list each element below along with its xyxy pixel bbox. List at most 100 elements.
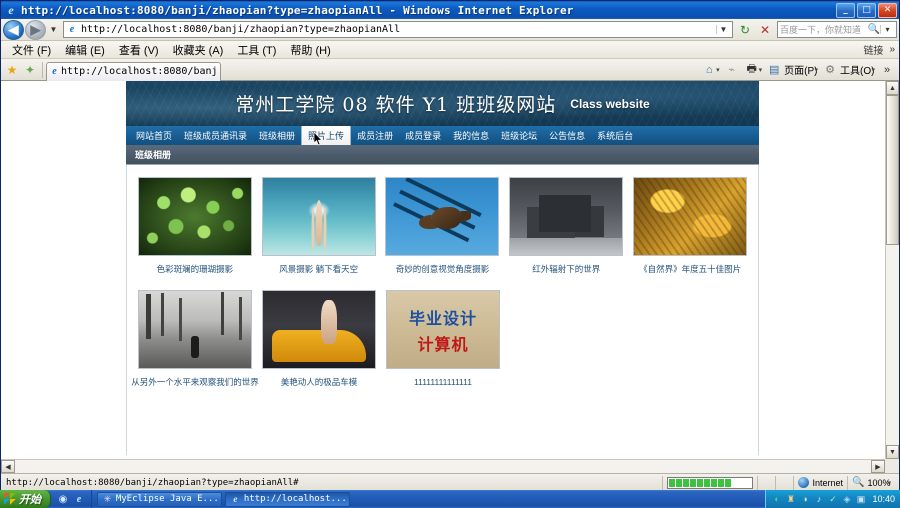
nav-item-photo-upload[interactable]: 照片上传 <box>301 126 352 145</box>
search-icon[interactable]: 🔍 <box>868 24 880 35</box>
gallery-item[interactable]: 毕业设计 计算机 11111111111111 <box>383 290 503 388</box>
address-input[interactable]: http://localhost:8080/banji/zhaopian?typ… <box>81 24 716 35</box>
gear-icon[interactable]: ⚙ <box>820 61 840 79</box>
menu-overflow-icon[interactable]: » <box>889 44 895 55</box>
start-button[interactable]: 开始 <box>0 490 51 508</box>
firewall-icon[interactable]: ◈ <box>841 494 852 505</box>
close-button[interactable]: ✕ <box>878 2 897 18</box>
taskbar-item-browser[interactable]: e http://localhost... <box>225 491 350 507</box>
scroll-down-button[interactable]: ▼ <box>886 445 899 459</box>
photo-thumbnail[interactable] <box>138 290 252 369</box>
shield-icon[interactable]: ◐ <box>771 494 782 505</box>
back-button[interactable]: ◀ <box>3 19 24 40</box>
photo-caption[interactable]: 奇妙的创意视觉角度摄影 <box>396 263 490 275</box>
scroll-left-button[interactable]: ◀ <box>1 460 15 473</box>
maximize-button[interactable]: □ <box>857 2 876 18</box>
menu-tools[interactable]: 工具 (T) <box>230 42 283 58</box>
photo-thumbnail[interactable] <box>385 177 500 256</box>
menu-file[interactable]: 文件 (F) <box>5 42 58 58</box>
zoom-caret-icon[interactable]: ▾ <box>887 479 891 487</box>
search-provider-caret-icon[interactable]: ▾ <box>880 25 894 34</box>
nav-item-forum[interactable]: 班级论坛 <box>495 126 543 145</box>
network-icon[interactable]: ♜ <box>785 494 796 505</box>
page-menu-label[interactable]: 页面(P) <box>784 62 817 77</box>
taskbar-item-myeclipse[interactable]: ✳ MyEclipse Java E... <box>97 491 222 507</box>
photo-thumbnail[interactable] <box>262 290 376 369</box>
photo-thumbnail[interactable] <box>261 177 376 256</box>
window-controls: _ □ ✕ <box>836 2 897 18</box>
start-label: 开始 <box>19 494 41 506</box>
gallery-item[interactable]: 红外辐射下的世界 <box>506 177 626 275</box>
minimize-button[interactable]: _ <box>836 2 855 18</box>
forward-button[interactable]: ▶ <box>25 19 46 40</box>
stop-button[interactable]: ✕ <box>756 21 774 39</box>
taskbar-clock[interactable]: 10:40 <box>872 494 895 504</box>
nav-item-login[interactable]: 成员登录 <box>399 126 447 145</box>
nav-item-album[interactable]: 班级相册 <box>253 126 301 145</box>
menu-view[interactable]: 查看 (V) <box>112 42 166 58</box>
nav-item-home[interactable]: 网站首页 <box>130 126 178 145</box>
photo-caption[interactable]: 《自然界》年度五十佳图片 <box>639 263 741 275</box>
media-player-icon[interactable]: ◉ <box>57 493 69 505</box>
status-security-zone[interactable]: Internet <box>793 475 847 490</box>
toolbar-overflow-icon[interactable]: » <box>877 61 897 79</box>
favorites-star-icon[interactable]: ★ <box>3 61 21 79</box>
horizontal-scrollbar[interactable]: ◀ ▶ <box>1 459 885 473</box>
antivirus-icon[interactable]: ✓ <box>827 494 838 505</box>
ie-icon[interactable]: e <box>73 493 85 505</box>
page-caret-icon[interactable]: ▾ <box>815 66 819 74</box>
gallery-item[interactable]: 美艳动人的极品车模 <box>259 290 379 388</box>
vertical-scrollbar[interactable]: ▲ ▼ <box>885 81 899 459</box>
sound-icon[interactable]: ♪ <box>813 494 824 505</box>
menu-help[interactable]: 帮助 (H) <box>283 42 337 58</box>
photo-caption[interactable]: 风景摄影 躺下看天空 <box>279 263 358 275</box>
gallery-item[interactable]: 奇妙的创意视觉角度摄影 <box>383 177 503 275</box>
add-to-favorites-icon[interactable]: ✦ <box>21 61 39 79</box>
search-input[interactable]: 百度一下，你就知道 <box>780 23 868 36</box>
scroll-up-button[interactable]: ▲ <box>886 81 899 95</box>
vertical-scroll-thumb[interactable] <box>886 95 899 245</box>
gallery-item[interactable]: 从另外一个水平来观察我们的世界 <box>131 290 259 388</box>
recent-pages-dropdown-icon[interactable]: ▼ <box>47 25 60 34</box>
tools-caret-icon[interactable]: ▾ <box>871 66 875 74</box>
monitor-icon[interactable]: ▣ <box>855 494 866 505</box>
menu-favorites[interactable]: 收藏夹 (A) <box>166 42 231 58</box>
horizontal-scroll-track[interactable] <box>15 460 871 473</box>
tools-menu-label[interactable]: 工具(O) <box>840 62 874 77</box>
page-icon[interactable]: ▤ <box>764 61 784 79</box>
menu-edit[interactable]: 编辑 (E) <box>58 42 112 58</box>
refresh-button[interactable]: ↻ <box>736 21 754 39</box>
menu-bar-right: 链接 » <box>863 42 895 57</box>
chevron-down-icon[interactable]: ▼ <box>716 25 730 34</box>
nav-item-register[interactable]: 成员注册 <box>351 126 399 145</box>
nav-item-my-info[interactable]: 我的信息 <box>447 126 495 145</box>
home-caret-icon[interactable]: ▾ <box>716 66 720 74</box>
status-zoom[interactable]: 🔍 100% ▾ <box>847 475 897 490</box>
photo-caption[interactable]: 美艳动人的极品车模 <box>281 376 358 388</box>
scroll-right-button[interactable]: ▶ <box>871 460 885 473</box>
photo-thumbnail[interactable] <box>633 177 748 256</box>
nav-item-notice[interactable]: 公告信息 <box>543 126 591 145</box>
photo-caption[interactable]: 红外辐射下的世界 <box>532 263 600 275</box>
gallery-item[interactable]: 《自然界》年度五十佳图片 <box>630 177 750 275</box>
links-label[interactable]: 链接 <box>863 42 883 57</box>
site-navigation: 网站首页 班级成员通讯录 班级相册 照片上传 成员注册 成员登录 我的信息 班级… <box>126 126 759 146</box>
search-box[interactable]: 百度一下，你就知道 🔍 ▾ <box>777 21 897 38</box>
photo-caption[interactable]: 11111111111111 <box>414 376 472 388</box>
update-icon[interactable]: ◑ <box>799 494 810 505</box>
print-caret-icon[interactable]: ▾ <box>759 66 763 74</box>
photo-thumbnail[interactable] <box>137 177 252 256</box>
browser-tab[interactable]: e http://localhost:8080/banji/zhaopian?t… <box>46 61 221 81</box>
address-bar[interactable]: e http://localhost:8080/banji/zhaopian?t… <box>63 21 733 38</box>
taskbar-item-label: MyEclipse Java E... <box>115 494 217 504</box>
vertical-scroll-track[interactable] <box>886 95 899 445</box>
gallery-item[interactable]: 色彩斑斓的珊瑚摄影 <box>135 177 255 275</box>
photo-thumbnail[interactable]: 毕业设计 计算机 <box>386 290 500 369</box>
photo-thumbnail[interactable] <box>509 177 624 256</box>
feeds-icon[interactable]: ⌁ <box>722 61 742 79</box>
photo-caption[interactable]: 色彩斑斓的珊瑚摄影 <box>157 263 234 275</box>
nav-item-directory[interactable]: 班级成员通讯录 <box>178 126 253 145</box>
nav-item-admin[interactable]: 系统后台 <box>591 126 639 145</box>
photo-caption[interactable]: 从另外一个水平来观察我们的世界 <box>131 376 259 388</box>
gallery-item[interactable]: 风景摄影 躺下看天空 <box>259 177 379 275</box>
